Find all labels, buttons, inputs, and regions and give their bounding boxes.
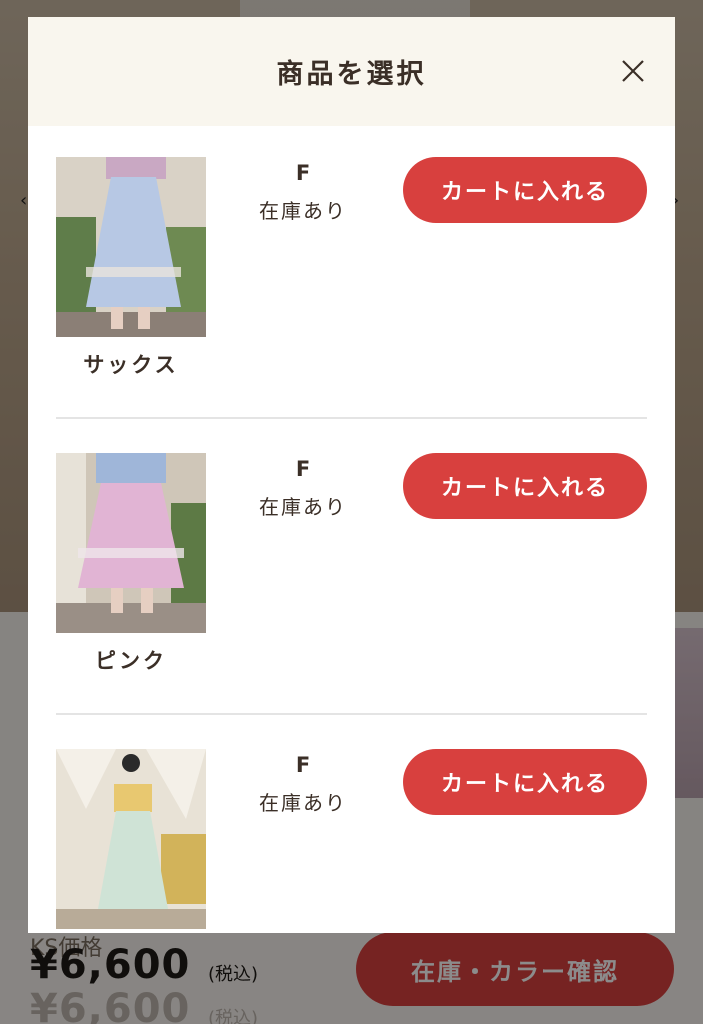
variant-size: F — [295, 457, 311, 481]
variant-color-name: ピンク — [95, 649, 167, 673]
variant-thumbnail — [56, 157, 206, 337]
modal-title: 商品を選択 — [276, 59, 427, 90]
divider — [56, 713, 647, 715]
variant-stock-status: 在庫あり — [259, 791, 347, 815]
divider — [56, 417, 647, 419]
variant-stock-status: 在庫あり — [259, 199, 347, 223]
add-to-cart-button[interactable]: カートに入れる — [403, 453, 647, 519]
variant-item: サックス F 在庫あり カートに入れる — [28, 157, 675, 453]
variant-color-name: サックス — [83, 353, 179, 377]
add-to-cart-button[interactable]: カートに入れる — [403, 157, 647, 223]
select-product-modal: 商品を選択 サックス F 在庫あり カートに入れる ピンク F 在庫あり カート… — [28, 17, 675, 933]
variant-top — [106, 157, 166, 179]
variant-item: F 在庫あり カートに入れる — [28, 749, 675, 933]
close-icon[interactable] — [616, 54, 650, 88]
variant-top — [114, 784, 152, 812]
variant-size: F — [295, 753, 311, 777]
variant-top — [96, 453, 166, 483]
variant-stock-status: 在庫あり — [259, 495, 347, 519]
variant-thumbnail — [56, 749, 206, 929]
variant-item: ピンク F 在庫あり カートに入れる — [28, 453, 675, 749]
add-to-cart-button[interactable]: カートに入れる — [403, 749, 647, 815]
variant-thumbnail — [56, 453, 206, 633]
variant-size: F — [295, 161, 311, 185]
